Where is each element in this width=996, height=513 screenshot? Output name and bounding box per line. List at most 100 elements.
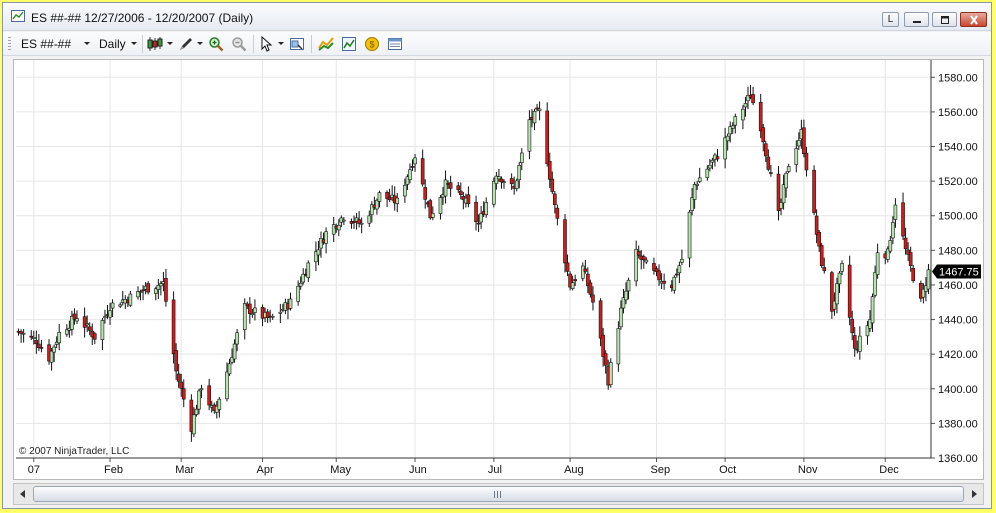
candle-body (545, 110, 550, 164)
data-box-icon[interactable] (289, 36, 305, 52)
candle-body (146, 283, 150, 293)
candle-body (431, 213, 435, 218)
properties-icon[interactable] (387, 36, 403, 52)
zoom-in-icon[interactable] (208, 36, 224, 52)
y-tick-label: 1540.00 (938, 142, 978, 154)
candle-body (118, 304, 123, 307)
candle-body (802, 127, 806, 155)
candle-body (138, 291, 143, 293)
candle-body (288, 298, 293, 309)
cursor-pointer-icon[interactable] (259, 36, 275, 52)
market-analyzer-icon[interactable]: $ (364, 36, 380, 52)
candle-body (164, 278, 168, 302)
drawing-dropdown-icon[interactable] (197, 42, 203, 45)
close-button[interactable] (960, 12, 987, 27)
toolbar-grip[interactable] (8, 37, 11, 51)
minimize-icon (912, 21, 921, 23)
x-tick-label: May (330, 464, 351, 476)
y-tick-label: 1400.00 (938, 384, 978, 396)
candle-body (692, 184, 697, 200)
price-chart[interactable]: 1360.00 1380.00 1400.00 1420.00 1440.00 1460.… (13, 59, 984, 480)
candle-body (624, 290, 628, 301)
interval-dropdown-icon[interactable] (131, 42, 137, 45)
minimize-button[interactable] (904, 12, 929, 27)
candlestick-style-icon[interactable] (147, 36, 163, 52)
candle-body (253, 307, 257, 313)
chart-style-dropdown-icon[interactable] (167, 42, 173, 45)
candle-body (199, 388, 204, 391)
scrollbar-thumb[interactable] (33, 486, 964, 502)
candle-body (420, 158, 425, 185)
candle-body (87, 326, 92, 331)
drawing-pen-icon[interactable] (178, 36, 194, 52)
candle-body (641, 256, 646, 261)
candle-body (553, 193, 557, 205)
instrument-dropdown-icon[interactable] (84, 42, 90, 45)
candle-body (324, 231, 328, 244)
candle-body (598, 300, 603, 339)
scrollbar-grip-icon (494, 491, 502, 498)
strategies-icon[interactable] (341, 36, 357, 52)
candle-body (603, 353, 608, 366)
y-tick-label: 1560.00 (938, 107, 978, 119)
y-tick-label: 1380.00 (938, 418, 978, 430)
candle-body (769, 172, 773, 174)
x-tick-label: Feb (104, 464, 123, 476)
maximize-button[interactable] (932, 12, 957, 27)
candle-body (29, 335, 34, 338)
interval-selector[interactable]: Daily (99, 37, 126, 51)
candle-body (179, 381, 184, 389)
candle-body (509, 178, 514, 185)
candle-body (476, 222, 481, 225)
chart-toolbar: ES ##-## Daily $ (3, 32, 991, 56)
candle-body (395, 197, 400, 204)
candle-body (336, 224, 341, 231)
y-tick-label: 1500.00 (938, 211, 978, 223)
y-tick-label: 1480.00 (938, 245, 978, 257)
candle-body (677, 265, 682, 274)
instrument-selector[interactable]: ES ##-## (21, 37, 71, 51)
y-tick-label: 1460.00 (938, 280, 978, 292)
candle-body (448, 182, 453, 189)
candle-body (725, 135, 730, 142)
maximize-icon (940, 16, 949, 24)
candle-body (278, 311, 283, 314)
candle-body (108, 310, 112, 318)
candle-body (141, 289, 145, 292)
candle-body (583, 268, 588, 272)
candle-body (873, 272, 877, 296)
candle-body (822, 267, 827, 271)
candle-body (342, 219, 346, 222)
candle-body (819, 245, 824, 266)
candle-body (662, 280, 666, 284)
candle-body (359, 222, 364, 225)
candle-body (850, 318, 855, 334)
candle-body (563, 219, 567, 264)
candle-body (502, 181, 506, 183)
candle-body (903, 237, 908, 250)
indicators-icon[interactable] (318, 36, 334, 52)
y-tick-label: 1360.00 (938, 453, 978, 465)
scroll-left-icon[interactable] (14, 484, 32, 504)
candle-body (306, 262, 311, 278)
candle-body (497, 176, 501, 180)
candlestick-chart[interactable]: 1360.00 1380.00 1400.00 1420.00 1440.00 1460.… (14, 60, 983, 479)
cursor-dropdown-icon[interactable] (278, 42, 284, 45)
candle-body (911, 267, 916, 282)
candle-body (715, 156, 720, 160)
candle-body (100, 320, 105, 340)
link-button[interactable]: L (882, 12, 899, 27)
chart-window: ES ##-## 12/27/2006 - 12/20/2007 (Daily)… (2, 2, 992, 509)
candle-body (657, 270, 661, 281)
zoom-out-icon[interactable] (231, 36, 247, 52)
candle-body (616, 328, 621, 365)
horizontal-scrollbar[interactable] (13, 483, 984, 505)
candle-body (697, 177, 702, 182)
candle-body (110, 302, 115, 309)
candle-body (705, 168, 710, 178)
candle-body (675, 273, 679, 276)
candle-body (225, 371, 229, 400)
scroll-right-icon[interactable] (965, 484, 983, 504)
candle-body (852, 335, 857, 349)
candle-body (680, 258, 684, 263)
